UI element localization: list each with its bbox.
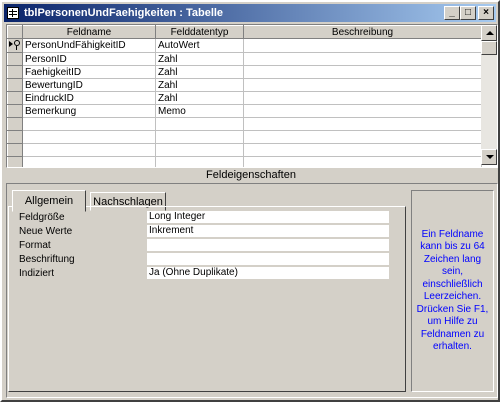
- description-cell[interactable]: [243, 104, 482, 118]
- table-row[interactable]: PersonID Zahl: [7, 52, 482, 66]
- arrow-up-icon: [486, 31, 494, 35]
- help-text-box: Ein Feldname kann bis zu 64 Zeichen lang…: [411, 190, 494, 392]
- row-selector[interactable]: [7, 117, 23, 131]
- field-name-cell[interactable]: EindruckID: [22, 91, 156, 105]
- description-cell[interactable]: [243, 65, 482, 79]
- field-name-cell[interactable]: BewertungID: [22, 78, 156, 92]
- property-value-field[interactable]: [147, 253, 389, 265]
- description-cell[interactable]: [243, 130, 482, 144]
- data-type-cell[interactable]: Memo: [155, 104, 244, 118]
- maximize-button[interactable]: □: [460, 6, 476, 20]
- data-type-cell[interactable]: [155, 130, 244, 144]
- row-selector[interactable]: [7, 156, 23, 167]
- general-tab-panel: Feldgröße Long Integer Neue Werte Inkrem…: [8, 206, 406, 392]
- description-cell[interactable]: [243, 91, 482, 105]
- scroll-up-button[interactable]: [481, 25, 497, 41]
- header-field-name[interactable]: Feldname: [22, 25, 156, 39]
- description-cell[interactable]: [243, 38, 482, 53]
- property-label: Neue Werte: [19, 226, 73, 237]
- primary-key-icon: [9, 40, 20, 50]
- property-label: Beschriftung: [19, 254, 75, 265]
- field-name-cell[interactable]: FaehigkeitID: [22, 65, 156, 79]
- empty-row[interactable]: [7, 117, 482, 131]
- scroll-thumb[interactable]: [481, 41, 497, 55]
- row-selector[interactable]: [7, 104, 23, 118]
- data-type-cell[interactable]: AutoWert: [155, 38, 244, 53]
- data-type-cell[interactable]: Zahl: [155, 78, 244, 92]
- data-type-cell[interactable]: [155, 143, 244, 157]
- row-selector[interactable]: [7, 38, 23, 53]
- table-design-window: tblPersonenUndFaehigkeiten : Tabelle _ □…: [0, 0, 500, 402]
- property-label: Format: [19, 240, 51, 251]
- field-name-cell[interactable]: Bemerkung: [22, 104, 156, 118]
- field-name-cell[interactable]: [22, 130, 156, 144]
- table-icon[interactable]: [7, 7, 19, 19]
- row-selector[interactable]: [7, 65, 23, 79]
- help-text: Ein Feldname kann bis zu 64 Zeichen lang…: [416, 228, 489, 353]
- description-cell[interactable]: [243, 143, 482, 157]
- field-design-grid: Feldname Felddatentyp Beschreibung Perso…: [6, 24, 498, 168]
- table-row[interactable]: PersonUndFähigkeitID AutoWert: [7, 38, 482, 53]
- description-cell[interactable]: [243, 156, 482, 167]
- field-properties-title: Feldeigenschaften: [206, 169, 296, 181]
- table-row[interactable]: FaehigkeitID Zahl: [7, 65, 482, 79]
- field-name-cell[interactable]: PersonID: [22, 52, 156, 66]
- scroll-down-button[interactable]: [481, 149, 497, 165]
- data-type-cell[interactable]: Zahl: [155, 52, 244, 66]
- property-label: Feldgröße: [19, 212, 65, 223]
- field-name-cell[interactable]: [22, 156, 156, 167]
- field-table: Feldname Felddatentyp Beschreibung Perso…: [7, 25, 482, 167]
- property-value-field[interactable]: Ja (Ohne Duplikate): [147, 267, 389, 279]
- field-name-cell[interactable]: PersonUndFähigkeitID: [22, 38, 156, 53]
- window-title: tblPersonenUndFaehigkeiten : Tabelle: [24, 7, 224, 19]
- vertical-scrollbar[interactable]: [481, 25, 497, 165]
- description-cell[interactable]: [243, 117, 482, 131]
- empty-row[interactable]: [7, 156, 482, 167]
- header-description[interactable]: Beschreibung: [243, 25, 482, 39]
- data-type-cell[interactable]: [155, 156, 244, 167]
- header-row: Feldname Felddatentyp Beschreibung: [7, 25, 482, 39]
- data-type-cell[interactable]: [155, 117, 244, 131]
- empty-row[interactable]: [7, 143, 482, 157]
- empty-row[interactable]: [7, 130, 482, 144]
- header-data-type[interactable]: Felddatentyp: [155, 25, 244, 39]
- property-value-field[interactable]: Long Integer: [147, 211, 389, 223]
- property-label: Indiziert: [19, 268, 55, 279]
- row-selector[interactable]: [7, 143, 23, 157]
- description-cell[interactable]: [243, 52, 482, 66]
- tab-general[interactable]: Allgemein: [12, 190, 86, 212]
- title-bar[interactable]: tblPersonenUndFaehigkeiten : Tabelle _ □…: [4, 4, 496, 22]
- row-selector[interactable]: [7, 52, 23, 66]
- table-row[interactable]: BewertungID Zahl: [7, 78, 482, 92]
- table-row[interactable]: Bemerkung Memo: [7, 104, 482, 118]
- corner-cell[interactable]: [7, 25, 23, 39]
- data-type-cell[interactable]: Zahl: [155, 91, 244, 105]
- row-selector[interactable]: [7, 130, 23, 144]
- data-type-cell[interactable]: Zahl: [155, 65, 244, 79]
- table-row[interactable]: EindruckID Zahl: [7, 91, 482, 105]
- field-name-cell[interactable]: [22, 117, 156, 131]
- close-button[interactable]: ×: [478, 6, 494, 20]
- property-value-field[interactable]: Inkrement: [147, 225, 389, 237]
- row-selector[interactable]: [7, 91, 23, 105]
- property-value-field[interactable]: [147, 239, 389, 251]
- description-cell[interactable]: [243, 78, 482, 92]
- field-name-cell[interactable]: [22, 143, 156, 157]
- minimize-button[interactable]: _: [444, 6, 460, 20]
- arrow-down-icon: [486, 155, 494, 159]
- row-selector[interactable]: [7, 78, 23, 92]
